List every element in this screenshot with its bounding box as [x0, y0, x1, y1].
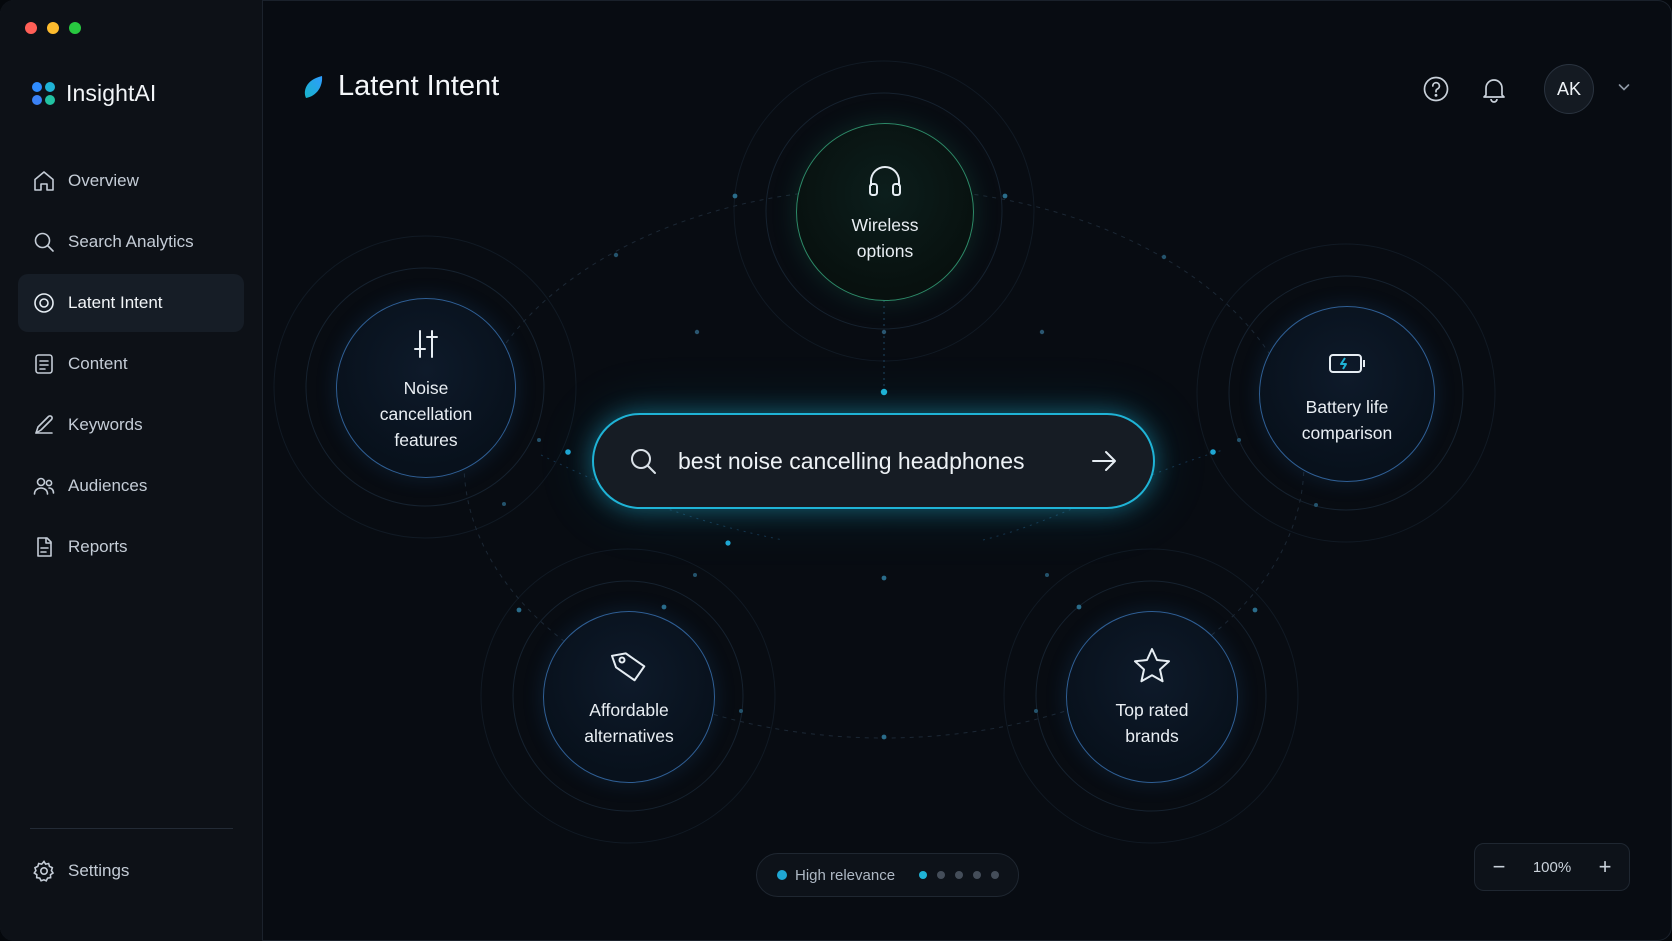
intent-node-noise-cancellation[interactable]: Noise cancellation features	[336, 298, 516, 478]
network-node-dot	[516, 607, 522, 613]
sidebar-item-label: Reports	[68, 537, 128, 556]
search-icon	[32, 230, 56, 254]
sidebar: InsightAI Overview Search Analytics Late…	[0, 0, 263, 941]
zoom-level: 100%	[1532, 858, 1572, 876]
intent-canvas: Wireless options Noise cancellation feat…	[263, 0, 1672, 941]
minimize-window-button[interactable]	[47, 22, 59, 34]
brand[interactable]: InsightAI	[32, 80, 156, 107]
sidebar-divider	[30, 828, 233, 829]
brand-name: InsightAI	[66, 80, 157, 106]
sidebar-item-label: Search Analytics	[68, 232, 194, 251]
intent-node-battery-life[interactable]: Battery life comparison	[1259, 306, 1435, 482]
target-icon	[32, 291, 56, 315]
zoom-out-button[interactable]: −	[1489, 854, 1509, 880]
network-node-dot	[739, 709, 743, 713]
intent-label: Wireless options	[851, 215, 919, 261]
network-node-dot	[1237, 438, 1241, 442]
sidebar-item-label: Overview	[68, 171, 139, 190]
network-node-dot	[661, 604, 667, 610]
legend-dot	[777, 870, 787, 880]
network-node-dot	[1161, 254, 1167, 260]
network-node-dot	[613, 252, 619, 258]
network-node-dot	[1034, 709, 1038, 713]
network-node-dot	[1045, 573, 1049, 577]
brand-logo-icon	[32, 81, 56, 106]
network-node-dot	[1210, 449, 1216, 455]
sidebar-item-reports[interactable]: Reports	[18, 518, 244, 576]
network-node-dot	[1039, 329, 1045, 335]
gear-icon	[32, 859, 56, 883]
sidebar-item-keywords[interactable]: Keywords	[18, 396, 244, 454]
search-query-bar[interactable]: best noise cancelling headphones	[592, 413, 1155, 509]
app-window: InsightAI Overview Search Analytics Late…	[0, 0, 1672, 941]
sidebar-item-audiences[interactable]: Audiences	[18, 457, 244, 515]
headphones-icon	[869, 166, 901, 196]
report-icon	[32, 535, 56, 559]
intent-node-affordable[interactable]: Affordable alternatives	[543, 611, 715, 783]
network-node-dot	[880, 388, 888, 396]
intent-label: Battery life comparison	[1301, 397, 1393, 443]
star-icon	[1134, 648, 1170, 683]
network-node-dot	[502, 502, 506, 506]
network-node-dot	[537, 438, 541, 442]
intent-node-wireless[interactable]: Wireless options	[796, 123, 974, 301]
sidebar-item-settings[interactable]: Settings	[18, 842, 244, 900]
sidebar-item-label: Audiences	[68, 476, 148, 495]
network-node-dot	[881, 575, 887, 581]
intent-label: Top rated brands	[1115, 700, 1189, 746]
network-node-dot	[693, 573, 697, 577]
network-node-dot	[881, 734, 887, 740]
intent-label: Noise cancellation features	[379, 378, 473, 450]
sidebar-settings: Settings	[18, 842, 244, 903]
pagination-dot[interactable]	[991, 871, 1000, 879]
home-icon	[32, 169, 56, 193]
network-node-dot	[1002, 193, 1008, 199]
maximize-window-button[interactable]	[69, 22, 81, 34]
close-window-button[interactable]	[25, 22, 37, 34]
pagination-dot[interactable]	[937, 871, 946, 879]
search-icon	[631, 449, 656, 474]
search-query-text[interactable]: best noise cancelling headphones	[678, 448, 1089, 475]
legend-label: High relevance	[795, 866, 896, 884]
document-icon	[32, 352, 56, 376]
zoom-control: − 100% +	[1474, 843, 1630, 891]
relevance-legend: High relevance	[756, 853, 1019, 897]
sidebar-item-search-analytics[interactable]: Search Analytics	[18, 213, 244, 271]
sliders-icon	[414, 330, 438, 358]
arrow-right-icon[interactable]	[1089, 446, 1119, 476]
users-icon	[32, 474, 56, 498]
network-node-dot	[1314, 503, 1318, 507]
network-node-dot	[694, 329, 700, 335]
sidebar-item-overview[interactable]: Overview	[18, 152, 244, 210]
battery-icon	[1329, 354, 1365, 373]
pagination-dot[interactable]	[973, 871, 982, 879]
sidebar-item-label: Latent Intent	[68, 293, 163, 312]
intent-label: Affordable alternatives	[584, 700, 674, 746]
network-node-dot	[1252, 607, 1258, 613]
network-node-dot	[732, 193, 738, 199]
network-node-dot	[725, 540, 731, 546]
sidebar-item-label: Settings	[68, 861, 130, 880]
network-node-dot	[881, 329, 887, 335]
sidebar-item-label: Keywords	[68, 415, 143, 434]
intent-node-top-rated[interactable]: Top rated brands	[1066, 611, 1238, 783]
pen-icon	[32, 413, 56, 437]
sidebar-item-latent-intent[interactable]: Latent Intent	[18, 274, 244, 332]
window-controls	[25, 22, 81, 34]
network-node-dot	[565, 449, 571, 455]
network-node-dot	[1076, 604, 1082, 610]
tag-icon	[610, 652, 646, 682]
pagination-dot[interactable]	[919, 871, 928, 879]
zoom-in-button[interactable]: +	[1595, 854, 1615, 880]
sidebar-item-label: Content	[68, 354, 128, 373]
pagination-dot[interactable]	[955, 871, 964, 879]
sidebar-nav: Overview Search Analytics Latent Intent …	[18, 152, 244, 579]
sidebar-item-content[interactable]: Content	[18, 335, 244, 393]
